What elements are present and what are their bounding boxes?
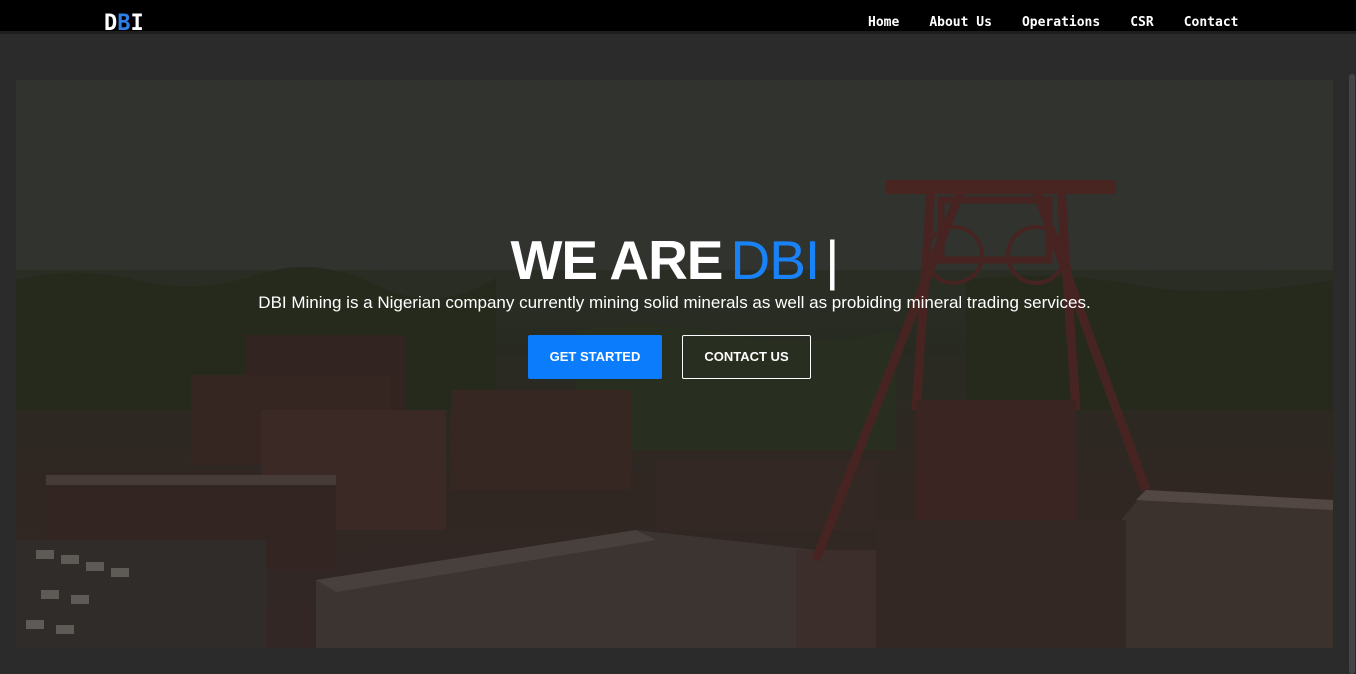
nav-home-link[interactable]: Home [868,14,899,32]
typing-cursor: | [825,229,839,291]
nav-links: Home About Us Operations CSR Contact [868,14,1239,32]
contact-us-button[interactable]: CONTACT US [682,335,811,379]
nav-operations-link[interactable]: Operations [1022,14,1100,32]
brand-logo[interactable]: DBI [104,10,144,38]
hero-title-lead: WE ARE [510,229,724,291]
logo-letter-b: B [117,11,131,36]
nav-csr-link[interactable]: CSR [1130,14,1153,32]
nav-contact-link[interactable]: Contact [1184,14,1239,32]
hero-subtitle: DBI Mining is a Nigerian company current… [258,293,1091,312]
get-started-button[interactable]: GET STARTED [528,335,662,379]
page-scrollbar[interactable] [1348,34,1356,674]
hero-headline: WE ARE DBI | [16,230,1333,290]
logo-letter-d: D [104,11,118,36]
hero-section: WE ARE DBI | DBI Mining is a Nigerian comp… [16,80,1333,648]
hero-dark-overlay [16,80,1333,648]
logo-letter-i: I [130,11,144,36]
hero-title-accent: DBI [730,229,820,291]
nav-about-link[interactable]: About Us [929,14,992,32]
scrollbar-thumb[interactable] [1349,74,1355,674]
top-navbar: DBI Home About Us Operations CSR Contact [0,0,1356,36]
